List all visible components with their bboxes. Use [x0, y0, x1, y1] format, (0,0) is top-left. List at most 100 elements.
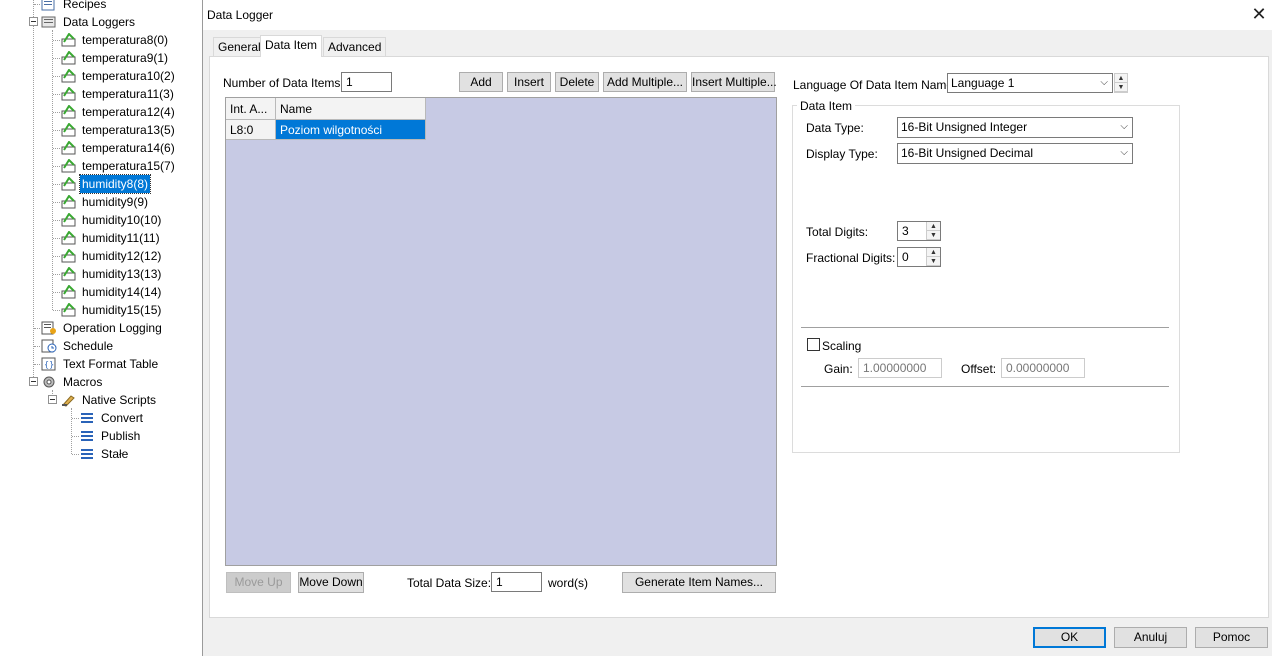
fractional-digits-spinner[interactable]: ▲ ▼: [926, 248, 940, 266]
spin-down-icon[interactable]: ▼: [1115, 83, 1127, 92]
spin-up-icon[interactable]: ▲: [927, 248, 940, 257]
logger-item-icon: [61, 285, 76, 299]
schedule-icon: [41, 339, 57, 353]
tree-item-native-scripts[interactable]: Native Scripts: [0, 391, 200, 409]
spin-down-icon[interactable]: ▼: [927, 257, 940, 266]
tab-general[interactable]: General: [213, 37, 266, 56]
column-header-name[interactable]: Name: [276, 98, 426, 120]
language-select[interactable]: Language 1 ⌵: [947, 73, 1113, 93]
data-items-grid[interactable]: Int. A... Name L8:0 Poziom wilgotności: [225, 97, 777, 566]
project-tree[interactable]: Recipes Data Loggers temperatura8(0) tem…: [0, 0, 202, 656]
generate-item-names-button[interactable]: Generate Item Names...: [622, 572, 776, 593]
total-data-size-label: Total Data Size:: [407, 576, 492, 590]
logger-item-icon: [61, 123, 76, 137]
logger-item-icon: [61, 51, 76, 65]
scaling-checkbox[interactable]: [807, 338, 820, 351]
tree-item-data-loggers[interactable]: Data Loggers: [0, 13, 200, 31]
script-doc-icon: [81, 413, 93, 423]
chevron-down-icon: ⌵: [1120, 121, 1128, 132]
tree-item-logger[interactable]: temperatura10(2): [0, 67, 200, 85]
logger-item-icon: [61, 249, 76, 263]
insert-multiple-button[interactable]: Insert Multiple...: [691, 72, 777, 92]
add-button[interactable]: Add: [459, 72, 503, 92]
logger-item-icon: [61, 177, 76, 191]
number-of-items-label: Number of Data Items:: [223, 76, 344, 90]
total-data-size-input[interactable]: 1: [491, 572, 542, 592]
tree-item-logger[interactable]: temperatura8(0): [0, 31, 200, 49]
tree-item-logger[interactable]: temperatura9(1): [0, 49, 200, 67]
tree-item-macros[interactable]: Macros: [0, 373, 200, 391]
tree-item-logger[interactable]: temperatura11(3): [0, 85, 200, 103]
offset-input[interactable]: 0.00000000: [1001, 358, 1085, 378]
tree-item-logger[interactable]: temperatura13(5): [0, 121, 200, 139]
collapse-icon[interactable]: [48, 395, 57, 404]
language-label: Language Of Data Item Name:: [793, 78, 957, 92]
display-type-select[interactable]: 16-Bit Unsigned Decimal ⌵: [897, 143, 1133, 164]
tree-item-schedule[interactable]: Schedule: [0, 337, 200, 355]
spin-down-icon[interactable]: ▼: [927, 231, 940, 240]
display-type-label: Display Type:: [806, 147, 878, 161]
language-spinner[interactable]: ▲ ▼: [1114, 73, 1128, 93]
column-header-int-addr[interactable]: Int. A...: [226, 98, 276, 120]
data-type-select[interactable]: 16-Bit Unsigned Integer ⌵: [897, 117, 1133, 138]
tree-item-logger[interactable]: humidity15(15): [0, 301, 200, 319]
dialog-titlebar[interactable]: Data Logger ✕: [203, 0, 1272, 30]
total-digits-label: Total Digits:: [806, 225, 869, 239]
tree-item-operation-logging[interactable]: Operation Logging: [0, 319, 200, 337]
fractional-digits-label: Fractional Digits:: [806, 251, 896, 265]
total-digits-spinner[interactable]: ▲ ▼: [926, 222, 940, 240]
logger-item-icon: [61, 33, 76, 47]
collapse-icon[interactable]: [29, 377, 38, 386]
tree-item-logger[interactable]: temperatura12(4): [0, 103, 200, 121]
tree-item-logger[interactable]: humidity14(14): [0, 283, 200, 301]
logger-item-icon: [61, 231, 76, 245]
tree-item-logger[interactable]: temperatura14(6): [0, 139, 200, 157]
tree-item-script[interactable]: Convert: [0, 409, 200, 427]
tree-item-script[interactable]: Stałe: [0, 445, 200, 463]
tree-item-text-format-table[interactable]: {} Text Format Table: [0, 355, 200, 373]
cancel-button[interactable]: Anuluj: [1114, 627, 1187, 648]
tree-item-logger[interactable]: temperatura15(7): [0, 157, 200, 175]
script-icon: [62, 395, 75, 407]
spin-up-icon[interactable]: ▲: [927, 222, 940, 231]
insert-button[interactable]: Insert: [507, 72, 551, 92]
svg-text:{}: {}: [44, 360, 54, 369]
delete-button[interactable]: Delete: [555, 72, 599, 92]
operation-log-icon: [41, 321, 56, 335]
logger-item-icon: [61, 105, 76, 119]
spin-up-icon[interactable]: ▲: [1115, 74, 1127, 83]
tab-data-item[interactable]: Data Item: [260, 35, 323, 57]
tree-item-script[interactable]: Publish: [0, 427, 200, 445]
collapse-icon[interactable]: [29, 17, 38, 26]
logger-item-icon: [61, 87, 76, 101]
tree-item-logger[interactable]: humidity13(13): [0, 265, 200, 283]
tree-item-logger[interactable]: humidity12(12): [0, 247, 200, 265]
tree-item-recipes[interactable]: Recipes: [0, 0, 200, 13]
tree-item-logger-selected[interactable]: humidity8(8): [0, 174, 200, 194]
separator: [801, 386, 1169, 388]
help-button[interactable]: Pomoc: [1195, 627, 1268, 648]
data-type-label: Data Type:: [806, 121, 864, 135]
logger-item-icon: [61, 303, 76, 317]
gain-input[interactable]: 1.00000000: [858, 358, 942, 378]
tree-item-logger[interactable]: humidity9(9): [0, 193, 200, 211]
number-of-items-input[interactable]: 1: [341, 72, 392, 92]
logger-item-icon: [61, 159, 76, 173]
ok-button[interactable]: OK: [1033, 627, 1106, 648]
logger-item-icon: [61, 141, 76, 155]
tree-item-logger[interactable]: humidity11(11): [0, 229, 200, 247]
script-doc-icon: [81, 449, 93, 459]
tree-item-logger[interactable]: humidity10(10): [0, 211, 200, 229]
dialog-title: Data Logger: [207, 8, 274, 22]
recipe-icon: [41, 0, 55, 11]
script-doc-icon: [81, 431, 93, 441]
chevron-down-icon: ⌵: [1100, 77, 1108, 88]
move-down-button[interactable]: Move Down: [298, 572, 364, 593]
move-up-button[interactable]: Move Up: [226, 572, 291, 593]
close-icon[interactable]: ✕: [1251, 5, 1267, 23]
table-cell-addr[interactable]: L8:0: [226, 120, 276, 140]
table-cell-name[interactable]: Poziom wilgotności: [276, 120, 426, 140]
tab-advanced[interactable]: Advanced: [323, 37, 387, 56]
add-multiple-button[interactable]: Add Multiple...: [603, 72, 687, 92]
chevron-down-icon: ⌵: [1120, 147, 1128, 158]
